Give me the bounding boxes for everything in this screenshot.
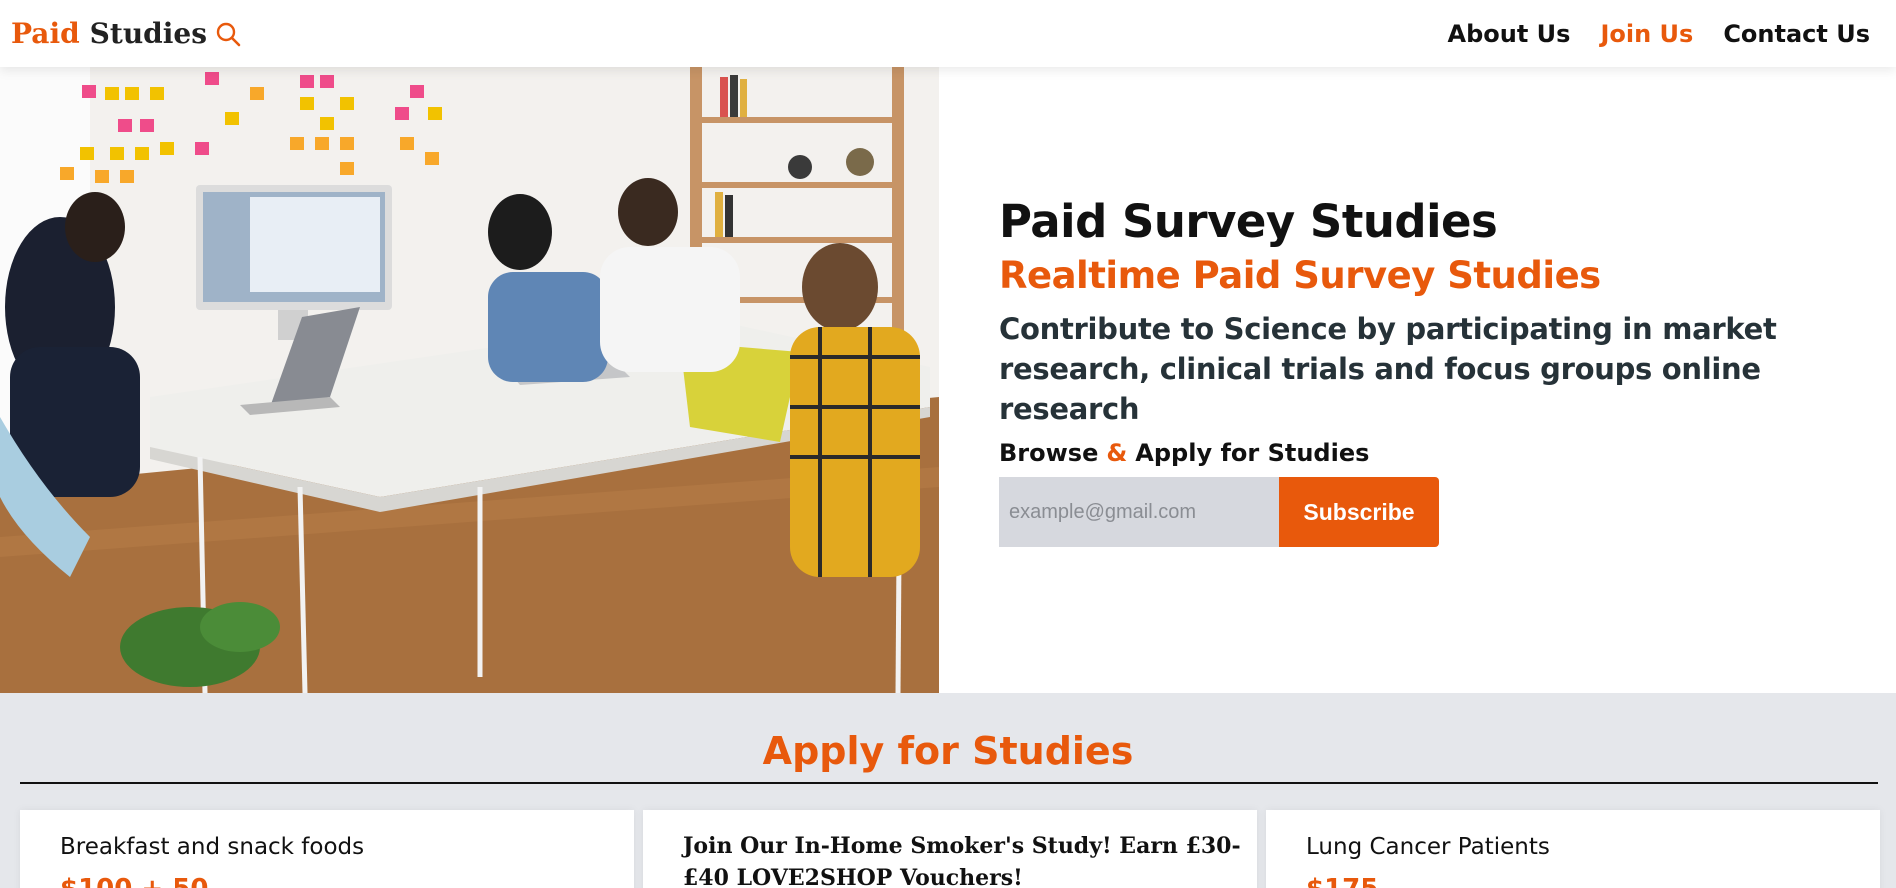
nav-about-us[interactable]: About Us: [1448, 20, 1571, 48]
hero-title: Paid Survey Studies: [999, 195, 1498, 248]
logo-word-studies: Studies: [89, 17, 207, 50]
email-input[interactable]: [999, 477, 1279, 547]
site-header: Paid Studies About Us Join Us Contact Us: [0, 0, 1896, 67]
main-nav: About Us Join Us Contact Us: [1448, 20, 1870, 48]
hero-subtitle: Realtime Paid Survey Studies: [999, 254, 1601, 297]
nav-join-us[interactable]: Join Us: [1600, 20, 1693, 48]
studies-section: Apply for Studies Breakfast and snack fo…: [0, 693, 1896, 888]
study-card[interactable]: Join Our In-Home Smoker's Study! Earn £3…: [643, 810, 1257, 888]
study-card[interactable]: Breakfast and snack foods $100 + 50: [20, 810, 634, 888]
logo-word-paid: Paid: [11, 17, 80, 50]
apply-text: Apply for Studies: [1135, 439, 1370, 467]
nav-contact-us[interactable]: Contact Us: [1723, 20, 1870, 48]
studies-title: Apply for Studies: [762, 729, 1134, 773]
hero-browse-line: Browse & Apply for Studies: [999, 439, 1879, 467]
study-card-title[interactable]: Breakfast and snack foods: [60, 834, 364, 860]
browse-text: Browse: [999, 439, 1099, 467]
search-icon[interactable]: [215, 21, 241, 47]
study-card-price: $175: [1306, 874, 1378, 888]
study-card-price: $100 + 50: [60, 874, 208, 888]
ampersand: &: [1106, 439, 1128, 467]
subscribe-form: Subscribe: [999, 477, 1439, 547]
hero-description: Contribute to Science by participating i…: [999, 312, 1777, 426]
study-card-title[interactable]: Join Our In-Home Smoker's Study! Earn £3…: [683, 830, 1243, 888]
study-card-title[interactable]: Lung Cancer Patients: [1306, 834, 1550, 860]
hero-content: Paid Survey Studies Realtime Paid Survey…: [999, 195, 1879, 467]
hero-image: [0, 67, 939, 693]
study-card[interactable]: Lung Cancer Patients $175: [1266, 810, 1880, 888]
subscribe-button[interactable]: Subscribe: [1279, 477, 1439, 547]
site-logo[interactable]: Paid Studies: [11, 17, 241, 50]
section-divider: [20, 782, 1878, 784]
